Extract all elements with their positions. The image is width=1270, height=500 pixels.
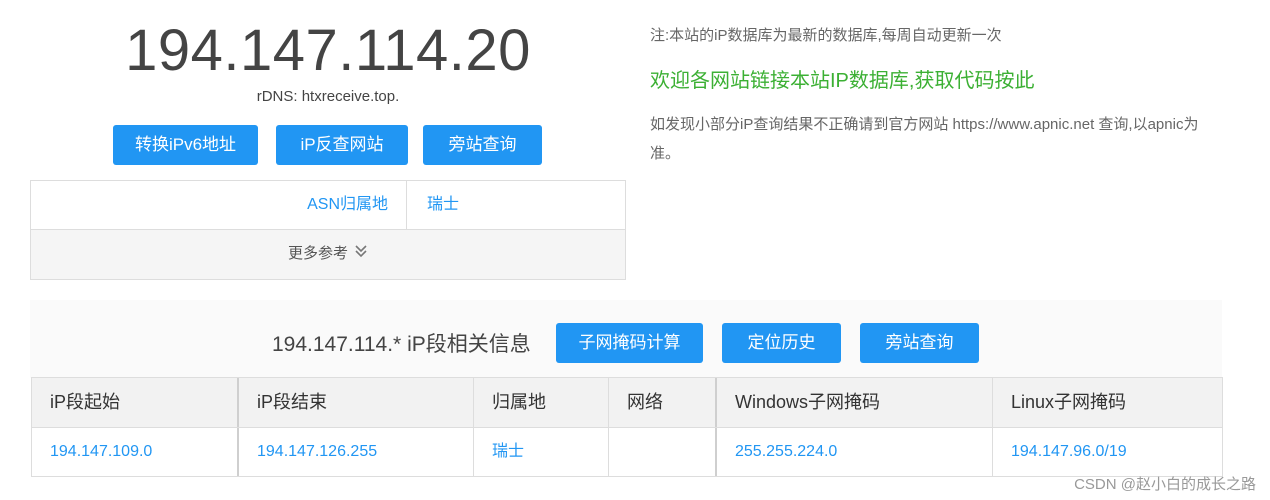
table-row: 194.147.109.0 194.147.126.255 瑞士 255.255…	[32, 428, 1222, 476]
cell-location[interactable]: 瑞士	[474, 428, 609, 476]
col-ip-end: iP段结束	[239, 378, 474, 427]
asn-value-link[interactable]: 瑞士	[427, 181, 459, 229]
watermark-text: CSDN @赵小白的成长之路	[1074, 476, 1256, 493]
more-reference-toggle[interactable]: 更多参考	[31, 230, 625, 279]
link-code-link[interactable]: 欢迎各网站链接本站IP数据库,获取代码按此	[650, 64, 1034, 93]
cell-ip-end[interactable]: 194.147.126.255	[239, 428, 474, 476]
chevron-double-down-icon	[354, 230, 368, 278]
ip-info-table: ASN归属地 瑞士 更多参考	[30, 180, 626, 280]
rdns-text: rDNS: htxreceive.top.	[256, 88, 400, 105]
col-ip-start: iP段起始	[32, 378, 239, 427]
update-note: 注:本站的iP数据库为最新的数据库,每周自动更新一次	[650, 27, 1002, 44]
asn-row: ASN归属地 瑞士	[31, 181, 625, 230]
col-network: 网络	[609, 378, 717, 427]
location-history-button[interactable]: 定位历史	[722, 323, 841, 363]
ip-address: 194.147.114.20	[125, 18, 531, 83]
segment-table-header: iP段起始 iP段结束 归属地 网络 Windows子网掩码 Linux子网掩码	[32, 378, 1222, 428]
cell-linux-mask[interactable]: 194.147.96.0/19	[993, 428, 1222, 476]
correction-note: 如发现小部分iP查询结果不正确请到官方网站 https://www.apnic.…	[650, 116, 1199, 162]
segment-table: iP段起始 iP段结束 归属地 网络 Windows子网掩码 Linux子网掩码…	[31, 377, 1223, 477]
subnet-mask-calc-button[interactable]: 子网掩码计算	[556, 323, 703, 363]
cell-network	[609, 428, 717, 476]
asn-label-link[interactable]: ASN归属地	[31, 181, 407, 229]
col-windows-mask: Windows子网掩码	[717, 378, 993, 427]
segment-side-site-button[interactable]: 旁站查询	[860, 323, 979, 363]
col-location: 归属地	[474, 378, 609, 427]
more-reference-label: 更多参考	[287, 245, 348, 262]
segment-title: 194.147.114.* iP段相关信息	[272, 333, 531, 356]
col-linux-mask: Linux子网掩码	[1011, 392, 1127, 412]
cell-ip-start[interactable]: 194.147.109.0	[32, 428, 239, 476]
cell-windows-mask[interactable]: 255.255.224.0	[717, 428, 993, 476]
side-site-query-button[interactable]: 旁站查询	[423, 125, 542, 165]
ip-reverse-lookup-button[interactable]: iP反查网站	[276, 125, 408, 165]
convert-ipv6-button[interactable]: 转换iPv6地址	[113, 125, 258, 165]
